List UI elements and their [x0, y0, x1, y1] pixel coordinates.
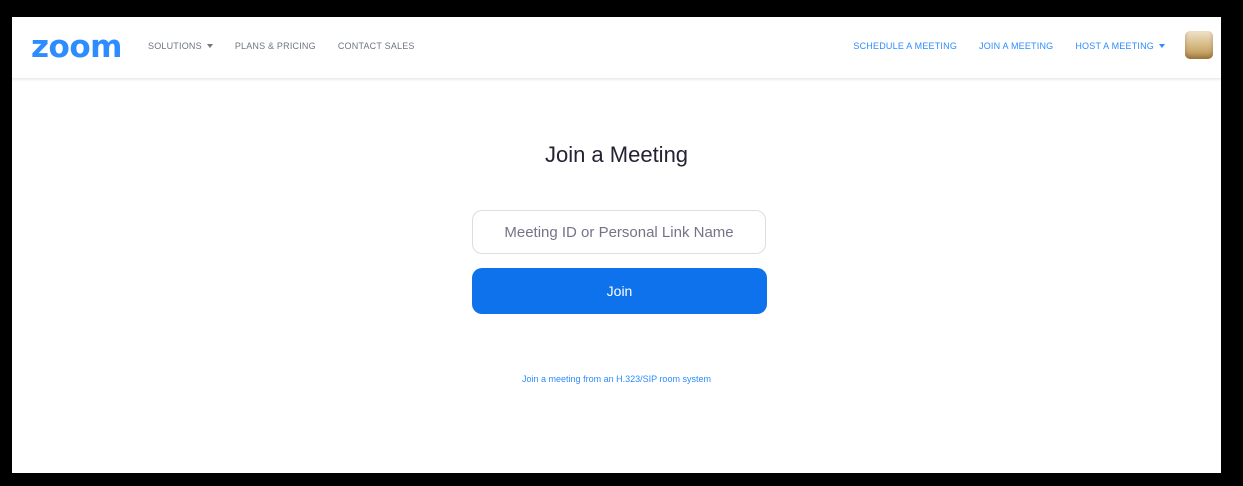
sip-room-system-link[interactable]: Join a meeting from an H.323/SIP room sy… — [12, 374, 1221, 384]
nav-join-meeting-link[interactable]: JOIN A MEETING — [979, 41, 1053, 51]
user-avatar-icon[interactable] — [1185, 31, 1213, 59]
meeting-id-input[interactable] — [472, 210, 766, 254]
primary-nav: SOLUTIONS PLANS & PRICING CONTACT SALES — [148, 41, 415, 51]
chevron-down-icon — [1159, 44, 1165, 48]
join-button[interactable]: Join — [472, 268, 767, 314]
nav-host-meeting-menu[interactable]: HOST A MEETING — [1075, 41, 1165, 51]
browser-page: zoom SOLUTIONS PLANS & PRICING CONTACT S… — [12, 17, 1221, 473]
top-navigation-bar: zoom SOLUTIONS PLANS & PRICING CONTACT S… — [12, 17, 1221, 79]
nav-contact-sales-label: CONTACT SALES — [337, 41, 415, 51]
nav-plans-pricing-label: PLANS & PRICING — [234, 41, 316, 51]
nav-join-meeting-label: JOIN A MEETING — [979, 41, 1054, 51]
secondary-nav: SCHEDULE A MEETING JOIN A MEETING HOST A… — [853, 41, 1165, 51]
nav-schedule-meeting-link[interactable]: SCHEDULE A MEETING — [853, 41, 957, 51]
nav-schedule-meeting-label: SCHEDULE A MEETING — [853, 41, 958, 51]
zoom-logo[interactable]: zoom — [31, 30, 122, 64]
nav-solutions-menu[interactable]: SOLUTIONS — [148, 41, 213, 51]
nav-contact-sales-link[interactable]: CONTACT SALES — [338, 41, 415, 51]
nav-solutions-label: SOLUTIONS — [148, 41, 202, 51]
nav-host-meeting-label: HOST A MEETING — [1075, 41, 1154, 51]
chevron-down-icon — [206, 44, 213, 48]
page-title: Join a Meeting — [544, 142, 689, 167]
nav-plans-pricing-link[interactable]: PLANS & PRICING — [235, 41, 316, 51]
